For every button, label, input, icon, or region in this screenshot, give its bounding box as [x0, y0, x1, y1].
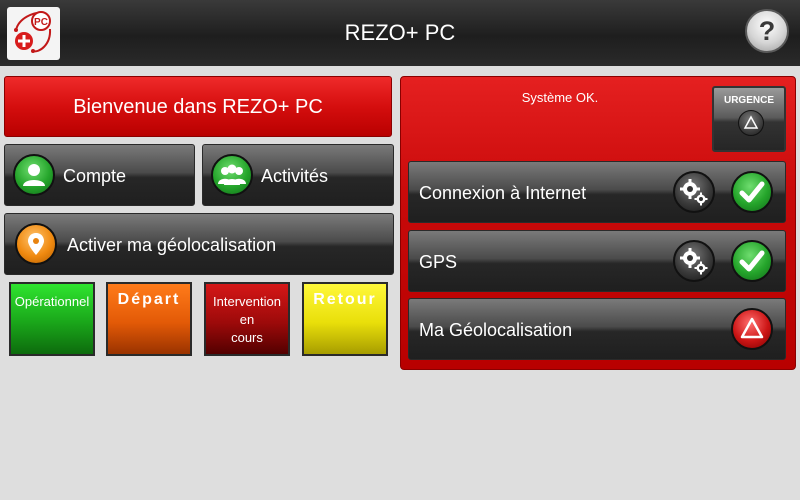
activites-label: Activités [261, 166, 329, 186]
page-title: REZO+ PC [344, 20, 456, 45]
status-intervention-line1: Intervention [213, 294, 281, 309]
warning-triangle-icon [731, 308, 773, 350]
gears-icon[interactable] [673, 240, 715, 282]
connexion-internet-label: Connexion à Internet [419, 183, 587, 203]
ma-geolocalisation-row[interactable]: Ma Géolocalisation [408, 298, 786, 360]
group-icon [211, 154, 253, 196]
geolocalisation-label: Activer ma géolocalisation [67, 235, 277, 255]
urgence-button[interactable]: URGENCE [712, 86, 786, 152]
activites-button[interactable]: Activités [202, 144, 394, 206]
status-retour-label: Retour [313, 291, 377, 308]
gps-row[interactable]: GPS [408, 230, 786, 292]
gps-label: GPS [419, 252, 458, 272]
help-button[interactable]: ? [745, 9, 789, 53]
status-operationnel-label: Opérationnel [14, 294, 90, 309]
connexion-internet-row[interactable]: Connexion à Internet [408, 161, 786, 223]
warning-triangle-icon [738, 110, 764, 136]
welcome-banner: Bienvenue dans REZO+ PC [4, 76, 392, 137]
location-pin-icon [15, 223, 57, 265]
status-operationnel-button[interactable]: Opérationnel [9, 282, 95, 356]
system-message: Système OK. [521, 90, 599, 105]
urgence-label: URGENCE [723, 95, 774, 106]
compte-label: Compte [63, 166, 127, 186]
status-intervention-line2: en [239, 312, 255, 327]
activer-geolocalisation-button[interactable]: Activer ma géolocalisation [4, 213, 394, 275]
ma-geolocalisation-label: Ma Géolocalisation [419, 320, 573, 340]
compte-button[interactable]: Compte [4, 144, 195, 206]
check-icon [731, 171, 773, 213]
status-intervention-line3: cours [231, 330, 263, 345]
status-intervention-button[interactable]: Intervention en cours [204, 282, 290, 356]
status-depart-button[interactable]: Départ [106, 282, 192, 356]
check-icon [731, 240, 773, 282]
user-icon [13, 154, 55, 196]
status-retour-button[interactable]: Retour [302, 282, 388, 356]
status-depart-label: Départ [117, 291, 181, 308]
gears-icon[interactable] [673, 171, 715, 213]
